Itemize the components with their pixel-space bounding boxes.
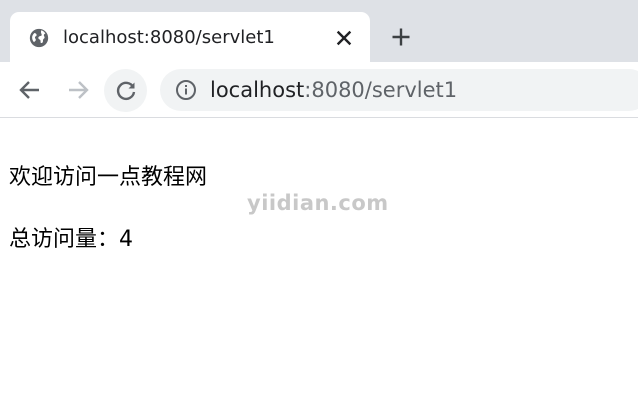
- tab-title: localhost:8080/servlet1: [63, 27, 275, 48]
- visit-count-label: 总访问量：: [9, 227, 120, 252]
- visit-count-value: 4: [119, 227, 134, 252]
- page-content: 欢迎访问一点教程网 yiidian.com 总访问量：4: [0, 118, 638, 412]
- new-tab-plus-icon[interactable]: [389, 25, 413, 49]
- browser-window: localhost:8080/servlet1 localhost:8080/s…: [0, 0, 638, 412]
- close-icon[interactable]: [332, 26, 356, 50]
- reload-icon[interactable]: [104, 69, 147, 112]
- tab-active[interactable]: localhost:8080/servlet1: [10, 12, 370, 62]
- address-bar[interactable]: localhost:8080/servlet1: [160, 69, 638, 111]
- url-path: :8080/servlet1: [304, 78, 458, 102]
- watermark: yiidian.com: [247, 191, 389, 215]
- url-text: localhost:8080/servlet1: [210, 75, 457, 105]
- back-arrow-icon[interactable]: [16, 76, 44, 104]
- info-icon[interactable]: [175, 79, 197, 101]
- visit-count-line: 总访问量：4: [9, 225, 133, 255]
- toolbar: localhost:8080/servlet1: [0, 62, 638, 118]
- url-host: localhost: [210, 78, 305, 102]
- globe-icon: [28, 27, 50, 49]
- welcome-text: 欢迎访问一点教程网: [9, 165, 208, 190]
- tab-strip: localhost:8080/servlet1: [0, 0, 638, 62]
- forward-arrow-icon[interactable]: [64, 76, 92, 104]
